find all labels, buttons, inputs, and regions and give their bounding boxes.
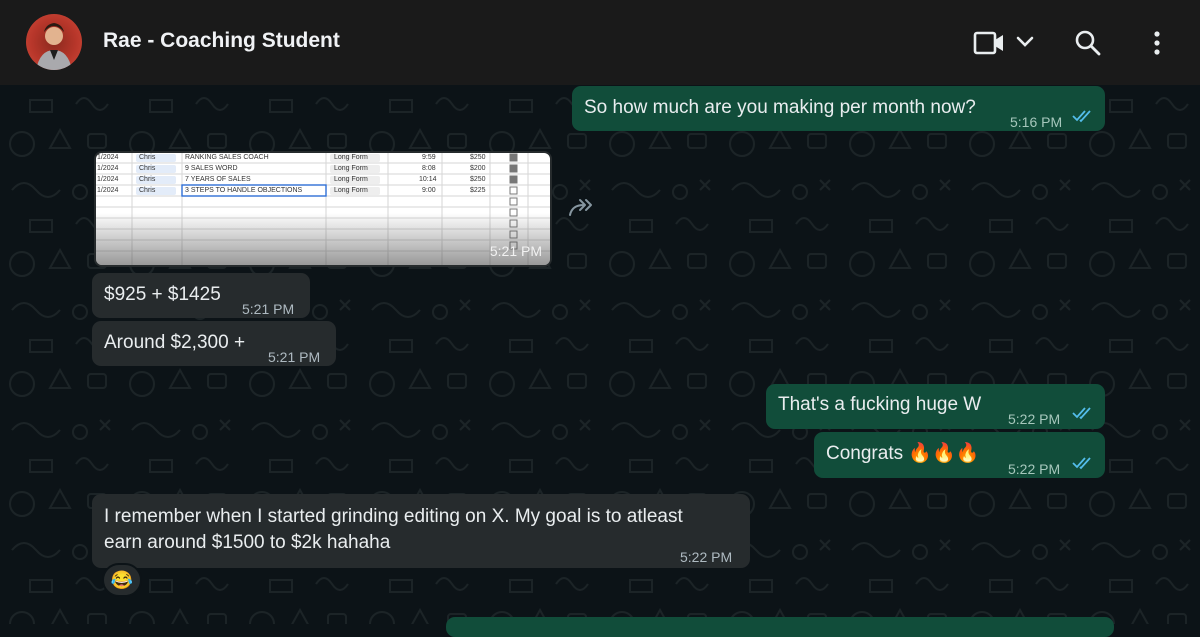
cell-price: $250 [470, 154, 486, 161]
cell-title: 3 STEPS TO HANDLE OBJECTIONS [185, 187, 303, 194]
chat-header: Rae - Coaching Student [0, 0, 1200, 85]
read-receipt-icon [1072, 457, 1091, 470]
contact-avatar[interactable] [26, 14, 82, 70]
message-reaction[interactable]: 😂 [102, 563, 142, 597]
cell-title: 9 SALES WORD [185, 165, 238, 172]
cell-price: $225 [470, 187, 486, 194]
message-bubble-outgoing-partial[interactable] [446, 617, 1114, 637]
cell-length: 9:00 [422, 187, 436, 194]
message-bubble-incoming[interactable]: $925 + $1425 5:21 PM [92, 273, 310, 318]
menu-dots-icon[interactable] [1150, 30, 1164, 56]
search-icon[interactable] [1074, 29, 1102, 57]
cell-date: 1/2024 [97, 176, 119, 183]
cell-editor: Chris [139, 176, 156, 183]
message-text: Congrats 🔥🔥🔥 [826, 443, 980, 464]
cell-editor: Chris [139, 154, 156, 161]
cell-format: Long Form [334, 165, 368, 172]
cell-format: Long Form [334, 187, 368, 194]
message-time: 5:16 PM [1010, 114, 1063, 130]
cell-price: $200 [470, 165, 486, 172]
image-shadow-overlay [96, 213, 550, 265]
message-text-line-2: earn around $1500 to $2k hahaha [104, 532, 391, 553]
read-receipt-icon [1072, 110, 1091, 123]
cell-format: Long Form [334, 154, 368, 161]
cell-date: 1/2024 [97, 187, 119, 194]
cell-price: $250 [470, 176, 486, 183]
message-text: So how much are you making per month now… [584, 97, 976, 118]
message-bubble-outgoing[interactable]: So how much are you making per month now… [572, 86, 1105, 131]
message-bubble-outgoing[interactable]: That's a fucking huge W 5:22 PM [766, 384, 1105, 429]
cell-title: RANKING SALES COACH [185, 154, 269, 161]
message-text: That's a fucking huge W [778, 394, 982, 415]
message-time: 5:21 PM [242, 301, 295, 317]
message-bubble-outgoing[interactable]: Congrats 🔥🔥🔥 5:22 PM [814, 432, 1105, 478]
video-call-icon[interactable] [973, 30, 1005, 56]
contact-name[interactable]: Rae - Coaching Student [103, 29, 340, 53]
message-time: 5:22 PM [680, 549, 733, 565]
cell-title: 7 YEARS OF SALES [185, 176, 251, 183]
message-time: 5:22 PM [1008, 461, 1061, 477]
cell-editor: Chris [139, 165, 156, 172]
message-image-spreadsheet[interactable]: 1/2024 Chris RANKING SALES COACH Long Fo… [94, 151, 552, 267]
cell-date: 1/2024 [97, 165, 119, 172]
cell-length: 10:14 [419, 176, 437, 183]
cell-length: 9:59 [422, 154, 436, 161]
cell-editor: Chris [139, 187, 156, 194]
message-bubble-incoming[interactable]: I remember when I started grinding editi… [92, 494, 750, 568]
message-text-line-1: I remember when I started grinding editi… [104, 506, 683, 527]
message-time: 5:21 PM [489, 243, 542, 259]
message-text: $925 + $1425 [104, 284, 221, 305]
cell-date: 1/2024 [97, 154, 119, 161]
chevron-down-icon[interactable] [1015, 35, 1035, 49]
cell-length: 8:08 [422, 165, 436, 172]
message-text: Around $2,300 + [104, 332, 246, 353]
message-time: 5:21 PM [268, 349, 321, 365]
read-receipt-icon [1072, 407, 1091, 420]
forward-icon[interactable] [566, 197, 596, 219]
message-bubble-incoming[interactable]: Around $2,300 + 5:21 PM [92, 321, 336, 366]
message-time: 5:22 PM [1008, 411, 1061, 427]
cell-format: Long Form [334, 176, 368, 183]
